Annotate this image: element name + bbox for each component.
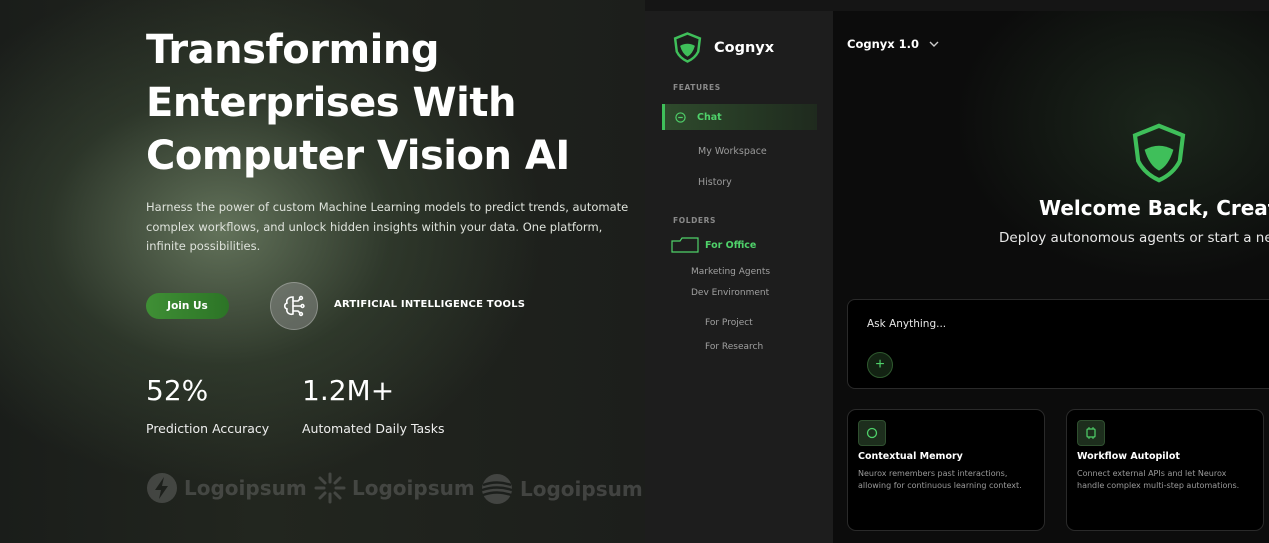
version-label: Cognyx 1.0 <box>847 37 920 51</box>
partner-logo: Logoipsum <box>314 472 475 504</box>
add-attachment-button[interactable]: + <box>867 352 893 378</box>
folders-section-label: FOLDERS <box>673 216 717 225</box>
stat-accuracy-label: Prediction Accuracy <box>146 421 270 436</box>
sidebar-item-label: Chat <box>697 111 722 123</box>
folder-item-marketing-agents[interactable]: Marketing Agents <box>691 267 770 277</box>
folder-item-dev-environment[interactable]: Dev Environment <box>691 288 769 298</box>
chip-icon <box>1077 420 1105 446</box>
folder-icon <box>671 237 699 253</box>
join-us-button[interactable]: Join Us <box>146 293 229 319</box>
partner-logo: Logoipsum <box>480 472 643 506</box>
sidebar-item-my-workspace[interactable]: My Workspace <box>698 146 767 157</box>
chat-icon <box>675 111 686 123</box>
card-description: Neurox remembers past interactions, allo… <box>858 469 1022 491</box>
brand-name: Cognyx <box>714 39 775 56</box>
welcome-title: Welcome Back, Creator <box>1039 196 1269 220</box>
feature-card-workflow-autopilot[interactable]: Workflow Autopilot Connect external APIs… <box>1066 409 1264 531</box>
folder-item-for-project[interactable]: For Project <box>705 318 753 328</box>
ai-tools-label: ARTIFICIAL INTELLIGENCE TOOLS <box>334 299 526 310</box>
folder-item-for-research[interactable]: For Research <box>705 342 763 352</box>
folder-label: For Office <box>705 239 757 251</box>
brand[interactable]: Cognyx <box>671 31 774 64</box>
stat-tasks-value: 1.2M+ <box>302 374 395 407</box>
sidebar-item-chat[interactable]: Chat <box>662 104 817 130</box>
main-panel: Cognyx 1.0 Welcome Back, Creator Deploy … <box>833 11 1269 543</box>
sidebar: Cognyx FEATURES Chat My Workspace Histor… <box>645 11 833 543</box>
shield-logo-icon <box>673 32 702 63</box>
sidebar-item-history[interactable]: History <box>698 177 732 188</box>
ai-tools-icon[interactable] <box>270 282 318 330</box>
stat-accuracy-value: 52% <box>146 374 209 407</box>
card-description: Connect external APIs and let Neurox han… <box>1077 469 1240 491</box>
plus-icon: + <box>875 356 885 373</box>
features-section-label: FEATURES <box>673 83 721 92</box>
ask-box: + <box>847 299 1269 389</box>
brain-circuit-icon <box>283 295 305 317</box>
sunburst-logo-icon <box>314 472 346 504</box>
partner-logos: Logoipsum Logoipsum Logoipsum <box>146 472 643 512</box>
stat-tasks-label: Automated Daily Tasks <box>302 421 445 436</box>
card-title: Workflow Autopilot <box>1077 451 1180 462</box>
shield-logo-icon <box>1132 123 1186 183</box>
hero-description: Harness the power of custom Machine Lear… <box>146 200 629 253</box>
app-preview: Cognyx FEATURES Chat My Workspace Histor… <box>645 11 1269 543</box>
partner-logo: Logoipsum <box>146 472 307 504</box>
welcome-subtitle: Deploy autonomous agents or start a new … <box>999 230 1269 246</box>
globe-logo-icon <box>481 474 513 504</box>
card-title: Contextual Memory <box>858 451 963 462</box>
folder-for-office[interactable]: For Office <box>671 237 756 253</box>
bolt-logo-icon <box>147 473 177 503</box>
feature-card-contextual-memory[interactable]: Contextual Memory Neurox remembers past … <box>847 409 1045 531</box>
version-selector[interactable]: Cognyx 1.0 <box>847 37 939 51</box>
hero-section: Transforming Enterprises With Computer V… <box>0 0 645 543</box>
circle-icon <box>858 420 886 446</box>
chevron-down-icon <box>929 41 939 47</box>
ask-input[interactable] <box>865 314 1249 334</box>
hero-title: Transforming Enterprises With Computer V… <box>146 27 570 179</box>
